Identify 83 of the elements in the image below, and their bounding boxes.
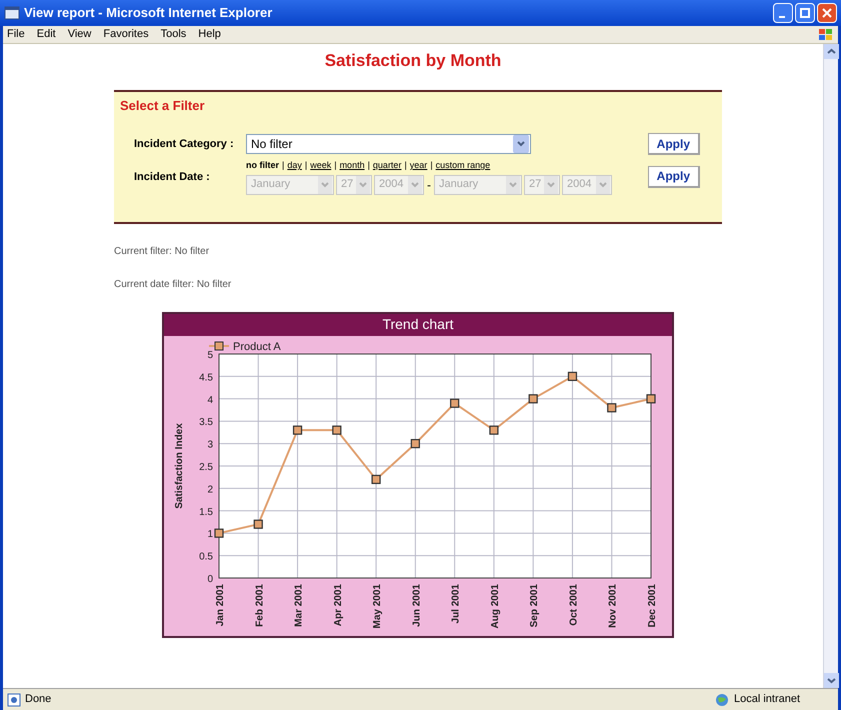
window-title: View report - Microsoft Internet Explorer bbox=[24, 4, 274, 22]
status-text: Done bbox=[25, 692, 52, 708]
y-tick-label: 0 bbox=[207, 574, 213, 584]
data-point bbox=[332, 425, 342, 434]
current-filter-text: Current filter: No filter bbox=[114, 244, 210, 258]
menu-item[interactable]: Edit bbox=[36, 26, 56, 43]
y-tick-label: 0.5 bbox=[199, 551, 213, 562]
x-tick-label: Dec 2001 bbox=[647, 584, 658, 627]
link-separator: | bbox=[404, 159, 407, 172]
y-tick-label: 2 bbox=[207, 484, 213, 495]
link-separator: | bbox=[334, 159, 337, 172]
windows-logo-icon bbox=[818, 28, 834, 42]
y-axis-title: Satisfaction Index bbox=[174, 422, 185, 508]
data-point bbox=[528, 394, 538, 403]
zone-text: Local intranet bbox=[734, 692, 802, 708]
menu-item[interactable]: File bbox=[7, 26, 25, 43]
range-separator: - bbox=[426, 176, 432, 194]
menu-item[interactable]: Help bbox=[198, 26, 221, 43]
y-tick-label: 5 bbox=[207, 350, 213, 360]
link-separator: | bbox=[282, 159, 284, 172]
menu-item[interactable]: Tools bbox=[160, 26, 186, 43]
link-separator: | bbox=[368, 159, 370, 172]
data-point bbox=[646, 394, 656, 403]
data-point bbox=[568, 371, 578, 380]
scrollbar[interactable] bbox=[823, 44, 838, 688]
x-tick-label: Apr 2001 bbox=[332, 584, 344, 626]
x-tick-label: Aug 2001 bbox=[490, 584, 501, 628]
x-tick-label: Feb 2001 bbox=[254, 584, 266, 626]
close-button[interactable] bbox=[817, 3, 837, 23]
browser-icon bbox=[4, 5, 20, 21]
data-point bbox=[607, 402, 616, 412]
y-tick-label: 3.5 bbox=[199, 416, 213, 428]
category-label: Incident Category : bbox=[134, 136, 235, 152]
link-separator: | bbox=[430, 159, 433, 172]
apply-button[interactable]: Apply bbox=[648, 166, 700, 188]
maximize-button[interactable] bbox=[795, 3, 815, 23]
date-range-link[interactable]: year bbox=[410, 159, 428, 172]
minimize-button[interactable] bbox=[773, 3, 793, 23]
x-tick-label: Mar 2001 bbox=[294, 584, 305, 626]
link-separator: | bbox=[304, 159, 308, 172]
y-tick-label: 1 bbox=[207, 528, 213, 540]
chart-title: Trend chart bbox=[382, 315, 454, 334]
x-tick-label: Oct 2001 bbox=[568, 584, 580, 626]
globe-icon bbox=[714, 692, 730, 706]
scroll-down-icon bbox=[824, 673, 839, 688]
filter-title: Select a Filter bbox=[120, 96, 206, 114]
data-point bbox=[410, 438, 420, 448]
date-range-link[interactable]: quarter bbox=[372, 159, 402, 172]
page-icon bbox=[7, 692, 21, 706]
date-range-link[interactable]: day bbox=[287, 159, 302, 172]
category-select[interactable]: No filter bbox=[246, 134, 531, 154]
x-tick-label: Jan 2001 bbox=[215, 584, 226, 626]
x-tick-label: Sep 2001 bbox=[529, 584, 540, 627]
x-tick-label: Jun 2001 bbox=[411, 584, 422, 626]
date-range-link[interactable]: no filter bbox=[246, 159, 279, 172]
date-range-link[interactable]: month bbox=[340, 159, 365, 172]
y-tick-label: 2.5 bbox=[199, 462, 213, 472]
x-tick-label: Jul 2001 bbox=[450, 584, 462, 623]
y-tick-label: 4 bbox=[207, 394, 213, 406]
data-point bbox=[214, 528, 224, 538]
menu-item[interactable]: Favorites bbox=[103, 26, 149, 43]
menu-item[interactable]: View bbox=[68, 26, 92, 43]
date-range-link[interactable]: custom range bbox=[436, 159, 490, 172]
data-point bbox=[450, 398, 460, 408]
y-tick-label: 1.5 bbox=[199, 506, 213, 518]
close-icon bbox=[822, 8, 832, 18]
apply-button[interactable]: Apply bbox=[648, 133, 700, 155]
minimize-icon bbox=[779, 16, 785, 18]
data-point bbox=[292, 425, 302, 434]
page-heading: Satisfaction by Month bbox=[324, 50, 502, 72]
legend-label: Product A bbox=[233, 340, 281, 352]
data-point bbox=[371, 474, 381, 484]
scroll-up-icon bbox=[824, 44, 839, 59]
date-label: Incident Date : bbox=[134, 170, 211, 184]
data-point bbox=[489, 425, 499, 434]
data-point bbox=[254, 519, 263, 528]
y-tick-label: 4.5 bbox=[199, 372, 213, 383]
y-tick-label: 3 bbox=[207, 439, 213, 450]
current-date-filter-text: Current date filter: No filter bbox=[114, 278, 232, 292]
date-range-link[interactable]: week bbox=[310, 159, 332, 172]
x-tick-label: Nov 2001 bbox=[608, 584, 619, 628]
maximize-icon bbox=[800, 8, 810, 18]
x-tick-label: May 2001 bbox=[372, 584, 384, 628]
